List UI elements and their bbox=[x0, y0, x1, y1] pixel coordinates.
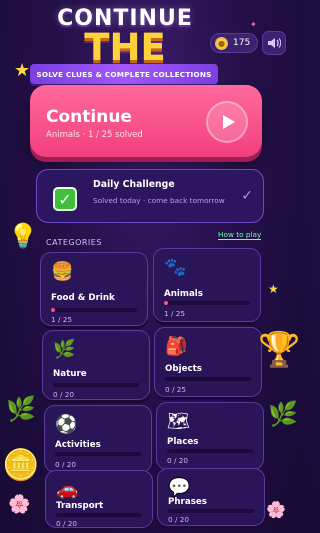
progress-count: 0 / 20 bbox=[55, 460, 77, 469]
progress-count: 0 / 25 bbox=[165, 385, 187, 394]
category-tile-activities[interactable]: ⚽ Activities 0 / 20 bbox=[44, 405, 152, 473]
flower-icon: 🌸 bbox=[266, 500, 286, 519]
category-name: Nature bbox=[53, 369, 87, 379]
plant-leaves-icon: 🌿 bbox=[6, 395, 36, 423]
continue-card[interactable]: Continue Animals · 1 / 25 solved bbox=[30, 85, 262, 157]
checkbox-icon: ✓ bbox=[53, 187, 77, 211]
progress-count: 0 / 20 bbox=[168, 515, 190, 524]
coin-stack-icon: 🪙 bbox=[2, 448, 40, 483]
progress-fill bbox=[164, 301, 169, 305]
category-tile-places[interactable]: 🗺 Places 0 / 20 bbox=[156, 402, 264, 470]
sound-toggle-button[interactable] bbox=[262, 31, 286, 55]
progress-bar bbox=[56, 513, 142, 517]
soccer-ball-icon: ⚽ bbox=[55, 414, 78, 435]
progress-bar bbox=[165, 377, 251, 381]
progress-count: 1 / 25 bbox=[51, 315, 73, 324]
leaf-icon: 🌿 bbox=[53, 339, 76, 360]
star-icon: ★ bbox=[14, 60, 31, 81]
backpack-icon: 🎒 bbox=[165, 336, 188, 357]
burger-icon: 🍔 bbox=[51, 261, 74, 282]
coin-icon: ● bbox=[215, 36, 228, 50]
category-name: Objects bbox=[165, 364, 202, 374]
car-icon: 🚗 bbox=[56, 479, 79, 500]
categories-heading: CATEGORIES bbox=[46, 238, 102, 247]
trophy-icon: 🏆 bbox=[258, 330, 301, 370]
paw-icon: 🐾 bbox=[164, 257, 187, 278]
category-tile-phrases[interactable]: 💬 Phrases 0 / 20 bbox=[157, 468, 265, 526]
category-tile-objects[interactable]: 🎒 Objects 0 / 25 bbox=[154, 327, 262, 397]
star-icon: ★ bbox=[268, 282, 279, 296]
progress-count: 0 / 20 bbox=[56, 519, 78, 528]
progress-bar bbox=[55, 452, 141, 456]
category-tile-food-drink[interactable]: 🍔 Food & Drink 1 / 25 bbox=[40, 252, 148, 326]
category-tile-transport[interactable]: 🚗 Transport 0 / 20 bbox=[45, 470, 153, 528]
completed-check-icon: ✓ bbox=[241, 188, 253, 204]
coin-count: 175 bbox=[233, 38, 251, 48]
progress-bar bbox=[51, 308, 137, 312]
daily-challenge-card[interactable]: ✓ Daily Challenge Solved today · come ba… bbox=[36, 169, 264, 223]
play-button[interactable] bbox=[206, 101, 248, 143]
plant-leaves-icon: 🌿 bbox=[268, 400, 298, 428]
progress-bar bbox=[53, 383, 139, 387]
progress-bar bbox=[168, 509, 254, 513]
progress-bar bbox=[167, 449, 253, 453]
category-name: Transport bbox=[56, 501, 104, 511]
map-icon: 🗺 bbox=[167, 411, 190, 432]
coin-balance[interactable]: ● 175 bbox=[210, 33, 258, 53]
category-tile-animals[interactable]: 🐾 Animals 1 / 25 bbox=[153, 248, 261, 322]
progress-count: 0 / 20 bbox=[167, 456, 189, 465]
speaker-icon bbox=[268, 38, 281, 48]
category-name: Food & Drink bbox=[51, 293, 115, 303]
progress-count: 0 / 20 bbox=[53, 390, 75, 399]
daily-challenge-status: Solved today · come back tomorrow bbox=[93, 196, 225, 205]
lightbulb-icon: 💡 bbox=[8, 222, 38, 250]
progress-bar bbox=[164, 301, 250, 305]
play-icon bbox=[222, 115, 235, 129]
category-name: Places bbox=[167, 437, 199, 447]
progress-fill bbox=[51, 308, 56, 312]
flower-icon: 🌸 bbox=[8, 494, 31, 515]
subtitle-ribbon: SOLVE CLUES & COMPLETE COLLECTIONS bbox=[30, 64, 218, 84]
progress-count: 1 / 25 bbox=[164, 309, 186, 318]
daily-challenge-title: Daily Challenge bbox=[93, 179, 175, 190]
category-tile-nature[interactable]: 🌿 Nature 0 / 20 bbox=[42, 330, 150, 400]
speech-bubble-icon: 💬 bbox=[168, 477, 191, 498]
sparkle-icon: ✦ bbox=[250, 20, 257, 29]
category-name: Animals bbox=[164, 289, 203, 299]
category-name: Activities bbox=[55, 440, 101, 450]
how-to-play-link[interactable]: How to play bbox=[218, 230, 262, 240]
category-name: Phrases bbox=[168, 497, 207, 507]
